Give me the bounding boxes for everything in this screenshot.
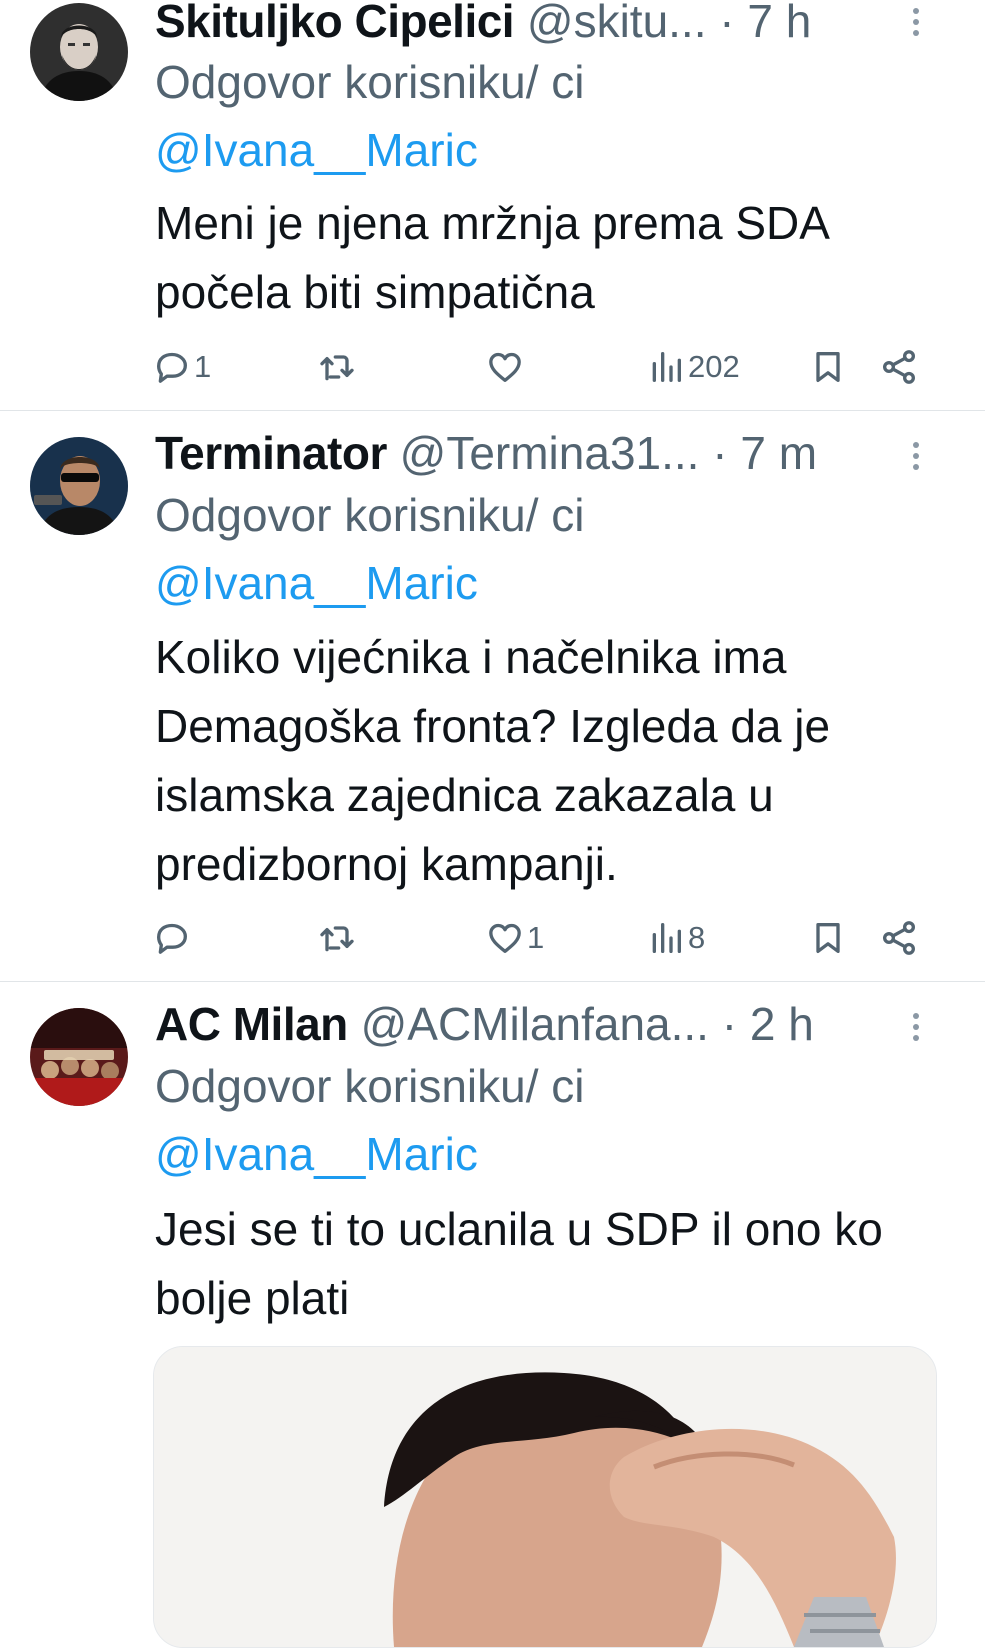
action-bar: 1 8 [152, 913, 927, 963]
separator-dot: · [712, 427, 728, 479]
bookmark-icon [816, 352, 840, 382]
share-button[interactable] [879, 913, 919, 963]
author-name[interactable]: Skituljko Cipelici [155, 0, 515, 47]
reply-prefix: Odgovor korisniku/ ci [155, 1060, 585, 1112]
action-bar: 1 202 [152, 342, 927, 392]
heart-icon [489, 923, 521, 953]
views-count: 8 [688, 920, 706, 955]
more-vertical-icon[interactable] [902, 1005, 930, 1049]
tweet-header: AC Milan @ACMilanfana... · 2 h [155, 994, 917, 1054]
reply-prefix: Odgovor korisniku/ ci [155, 489, 585, 541]
views-button[interactable]: 8 [646, 913, 705, 963]
reply-context: Odgovor korisniku/ ci @Ivana__Maric [155, 1052, 615, 1188]
avatar[interactable] [30, 1008, 128, 1106]
reply-count: 1 [194, 349, 212, 384]
reply-context: Odgovor korisniku/ ci @Ivana__Maric [155, 481, 615, 617]
mention-link[interactable]: @Ivana__Maric [155, 124, 478, 176]
avatar[interactable] [30, 3, 128, 101]
tweet-media-image[interactable] [153, 1346, 937, 1648]
tweet-header: Skituljko Cipelici @skitu... · 7 h [155, 0, 917, 51]
author-handle[interactable]: @Termina31... [400, 427, 700, 479]
more-vertical-icon[interactable] [902, 434, 930, 478]
heart-icon [489, 352, 521, 382]
share-icon [883, 350, 915, 384]
views-count: 202 [688, 349, 740, 384]
timestamp[interactable]: 7 h [747, 0, 811, 47]
views-icon [652, 352, 681, 382]
reply-context: Odgovor korisniku/ ci @Ivana__Maric [155, 48, 615, 184]
like-button[interactable] [485, 342, 527, 392]
reply-button[interactable] [152, 913, 194, 963]
author-name[interactable]: Terminator [155, 427, 387, 479]
tweet-text: Meni je njena mržnja prema SDA počela bi… [155, 197, 828, 318]
author-handle[interactable]: @ACMilanfana... [361, 998, 709, 1050]
tweet[interactable]: Terminator @Termina31... · 7 m Odgovor k… [0, 411, 985, 981]
tweet-header: Terminator @Termina31... · 7 m [155, 423, 917, 483]
retweet-button[interactable] [317, 342, 359, 392]
reply-icon [157, 923, 187, 954]
mention-link[interactable]: @Ivana__Maric [155, 557, 478, 609]
share-icon [883, 921, 915, 955]
share-button[interactable] [879, 342, 919, 392]
author-name[interactable]: AC Milan [155, 998, 348, 1050]
avatar[interactable] [30, 437, 128, 535]
views-icon [652, 923, 681, 953]
tweet[interactable]: Skituljko Cipelici @skitu... · 7 h Odgov… [0, 0, 985, 410]
reply-button[interactable]: 1 [152, 342, 211, 392]
retweet-button[interactable] [317, 913, 359, 963]
tweet-text: Koliko vijećnika i načelnika ima Demagoš… [155, 631, 831, 890]
like-count: 1 [527, 920, 545, 955]
bookmark-button[interactable] [808, 913, 848, 963]
separator-dot: · [719, 0, 735, 47]
separator-dot: · [721, 998, 738, 1050]
retweet-icon [320, 355, 354, 381]
bookmark-button[interactable] [808, 342, 848, 392]
author-handle[interactable]: @skitu... [527, 0, 707, 47]
tweet-text: Jesi se ti to uclanila u SDP il ono ko b… [155, 1203, 883, 1324]
more-vertical-icon[interactable] [902, 0, 930, 44]
reply-icon [157, 352, 187, 383]
reply-prefix: Odgovor korisniku/ ci [155, 56, 585, 108]
views-button[interactable]: 202 [646, 342, 740, 392]
timestamp[interactable]: 7 m [740, 427, 817, 479]
like-button[interactable]: 1 [485, 913, 544, 963]
timestamp[interactable]: 2 h [750, 998, 814, 1050]
retweet-icon [320, 926, 354, 952]
bookmark-icon [816, 923, 840, 953]
mention-link[interactable]: @Ivana__Maric [155, 1128, 478, 1180]
